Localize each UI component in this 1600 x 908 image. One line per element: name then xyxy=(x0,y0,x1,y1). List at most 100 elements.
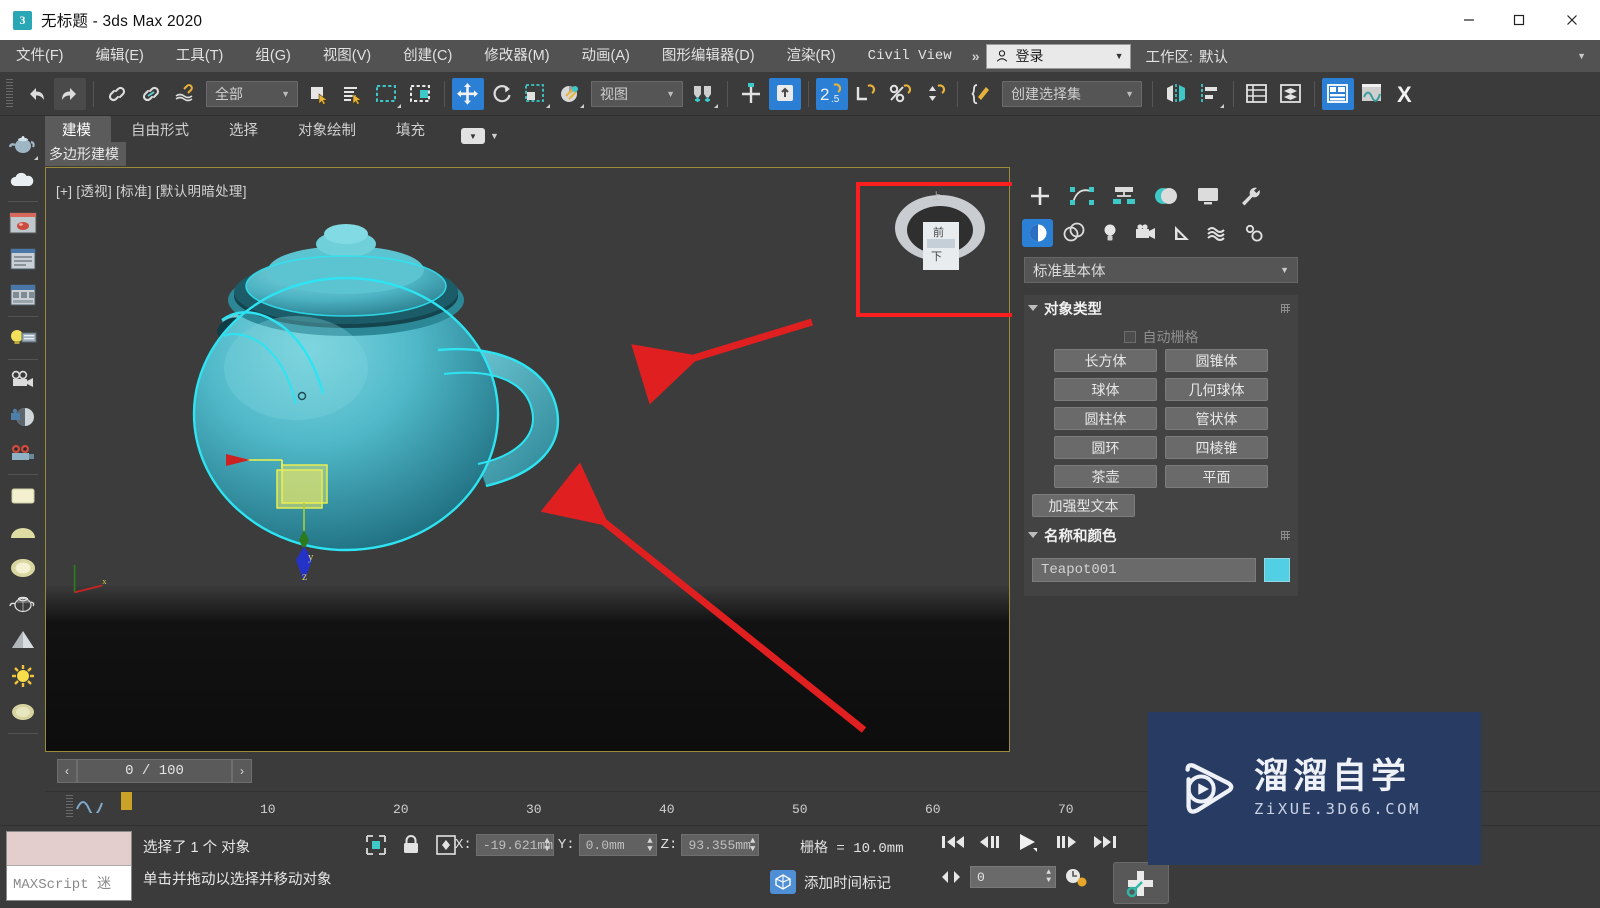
go-to-end-icon[interactable] xyxy=(1092,833,1118,851)
reference-coordinate-dropdown[interactable]: 视图 ▼ xyxy=(591,80,683,107)
ribbon-minimize-control[interactable]: ▼ ▼ xyxy=(461,128,499,144)
motion-tab[interactable] xyxy=(1146,181,1186,211)
toolbar-grip[interactable] xyxy=(6,78,13,109)
create-cylinder-button[interactable]: 圆柱体 xyxy=(1054,407,1157,430)
curve-editor-icon[interactable] xyxy=(1356,78,1388,110)
spinner-arrows-icon[interactable]: ▲ ▼ xyxy=(1046,869,1051,885)
mat-disc-icon[interactable] xyxy=(6,694,40,730)
create-teapot-button[interactable]: 茶壶 xyxy=(1054,465,1157,488)
select-and-scale-icon[interactable] xyxy=(520,78,552,110)
prev-frame-icon[interactable] xyxy=(978,833,1004,851)
snaps-toggle-icon[interactable] xyxy=(769,77,801,110)
select-and-move-icon[interactable] xyxy=(452,77,484,110)
select-object-icon[interactable] xyxy=(303,78,335,110)
login-dropdown[interactable]: 登录 ▼ xyxy=(986,43,1132,69)
create-cone-button[interactable]: 圆锥体 xyxy=(1165,349,1268,372)
cloud-icon[interactable] xyxy=(6,162,40,198)
spinner-arrows-icon[interactable]: ▲ ▼ xyxy=(544,837,549,854)
menu-item-rendering[interactable]: 渲染(R) xyxy=(771,40,852,72)
menu-item-civil-view[interactable]: Civil View xyxy=(852,40,968,72)
prev-frame-button[interactable]: ‹ xyxy=(57,759,77,783)
create-geosphere-button[interactable]: 几何球体 xyxy=(1165,378,1268,401)
hierarchy-tab[interactable] xyxy=(1104,181,1144,211)
next-frame-icon[interactable] xyxy=(1054,833,1080,851)
y-coordinate-field[interactable]: 0.0mm ▲ ▼ xyxy=(578,834,657,856)
snaps-25d-toggle-icon[interactable]: 2.5 xyxy=(816,77,848,110)
autogrid-checkbox-row[interactable]: 自动栅格 xyxy=(1032,325,1290,349)
render-setup-icon[interactable] xyxy=(6,241,40,277)
spinner-snap-toggle-icon[interactable] xyxy=(918,78,950,110)
camera-icon[interactable] xyxy=(6,363,40,399)
ribbon-tab-object-paint[interactable]: 对象绘制 xyxy=(278,116,376,144)
spinner-arrows-icon[interactable]: ▲ ▼ xyxy=(647,837,652,854)
edit-named-selection-sets-icon[interactable] xyxy=(965,78,997,110)
scene-explorer-icon[interactable] xyxy=(1275,78,1307,110)
z-coordinate-field[interactable]: 93.355mm ▲ ▼ xyxy=(681,834,760,856)
teapot-icon[interactable] xyxy=(6,126,40,162)
maximize-button[interactable] xyxy=(1494,0,1544,40)
camera-red-icon[interactable] xyxy=(6,435,40,471)
lights-icon[interactable] xyxy=(1094,219,1125,247)
shapes-icon[interactable] xyxy=(1058,219,1089,247)
maxscript-output-pane[interactable] xyxy=(7,832,131,866)
display-tab[interactable] xyxy=(1188,181,1228,211)
menu-overflow-icon[interactable]: » xyxy=(968,48,987,64)
unlink-selection-icon[interactable] xyxy=(135,78,167,110)
object-type-header[interactable]: 对象类型 xyxy=(1024,295,1298,321)
create-box-button[interactable]: 长方体 xyxy=(1054,349,1157,372)
maxscript-mini-listener[interactable]: MAXScript 迷 xyxy=(6,831,132,901)
next-frame-button[interactable]: › xyxy=(232,759,252,783)
cameras-icon[interactable] xyxy=(1130,219,1161,247)
menu-item-views[interactable]: 视图(V) xyxy=(307,40,387,72)
ribbon-tab-selection[interactable]: 选择 xyxy=(209,116,278,144)
ribbon-tab-modeling[interactable]: 建模 xyxy=(42,116,111,144)
mat-dome-icon[interactable] xyxy=(6,514,40,550)
ribbon-subtab-poly-modeling[interactable]: 多边形建模 xyxy=(42,142,126,166)
selection-filter-dropdown[interactable]: 全部 ▼ xyxy=(206,80,298,107)
key-filters-icon[interactable] xyxy=(1064,866,1088,888)
workspace-dropdown[interactable]: 默认 ▼ xyxy=(1199,43,1594,69)
autogrid-checkbox[interactable] xyxy=(1123,331,1136,343)
light-lister-icon[interactable] xyxy=(6,320,40,356)
minimize-button[interactable] xyxy=(1444,0,1494,40)
mat-flat-icon[interactable] xyxy=(6,478,40,514)
lock-icon[interactable] xyxy=(401,834,421,856)
use-pivot-point-center-icon[interactable] xyxy=(688,78,720,110)
redo-button[interactable] xyxy=(54,77,86,110)
select-and-rotate-icon[interactable] xyxy=(486,78,518,110)
create-pyramid-button[interactable]: 四棱锥 xyxy=(1165,436,1268,459)
go-to-start-icon[interactable] xyxy=(940,833,966,851)
object-color-swatch[interactable] xyxy=(1264,558,1290,582)
create-tube-button[interactable]: 管状体 xyxy=(1165,407,1268,430)
align-icon[interactable] xyxy=(1194,78,1226,110)
menu-item-modifiers[interactable]: 修改器(M) xyxy=(468,40,565,72)
trackbar-curve-icon[interactable] xyxy=(76,793,104,813)
add-time-tag-group[interactable]: 添加时间标记 xyxy=(770,870,891,894)
close-button[interactable] xyxy=(1544,0,1600,40)
render-production-icon[interactable] xyxy=(6,205,40,241)
set-key-button[interactable] xyxy=(1113,862,1169,904)
named-selection-sets-dropdown[interactable]: 创建选择集 ▼ xyxy=(1002,80,1142,107)
time-slider-key[interactable] xyxy=(121,792,132,810)
key-mode-icon[interactable] xyxy=(940,869,962,885)
angle-snap-toggle-icon[interactable] xyxy=(850,78,882,110)
mat-teapot-wire-icon[interactable] xyxy=(6,586,40,622)
menu-item-file[interactable]: 文件(F) xyxy=(0,40,80,72)
sun-icon[interactable] xyxy=(6,658,40,694)
rectangular-selection-region-icon[interactable] xyxy=(371,78,403,110)
current-frame-display[interactable]: 0 / 100 xyxy=(77,759,232,783)
create-plane-button[interactable]: 平面 xyxy=(1165,465,1268,488)
menu-item-tools[interactable]: 工具(T) xyxy=(160,40,240,72)
percent-snap-toggle-icon[interactable] xyxy=(884,78,916,110)
create-text-plus-button[interactable]: 加强型文本 xyxy=(1032,494,1135,517)
systems-icon[interactable] xyxy=(1238,219,1269,247)
geometry-icon[interactable] xyxy=(1022,219,1053,247)
space-warps-icon[interactable] xyxy=(1202,219,1233,247)
object-name-input[interactable]: Teapot001 xyxy=(1032,558,1256,582)
layer-explorer-icon[interactable] xyxy=(1241,78,1273,110)
viewcube-blurred[interactable]: 前 下 上 xyxy=(885,190,995,275)
material-editor-icon[interactable]: X xyxy=(1390,78,1422,110)
select-and-manipulate-icon[interactable] xyxy=(735,78,767,110)
create-sphere-button[interactable]: 球体 xyxy=(1054,378,1157,401)
bind-to-space-warp-icon[interactable] xyxy=(169,78,201,110)
